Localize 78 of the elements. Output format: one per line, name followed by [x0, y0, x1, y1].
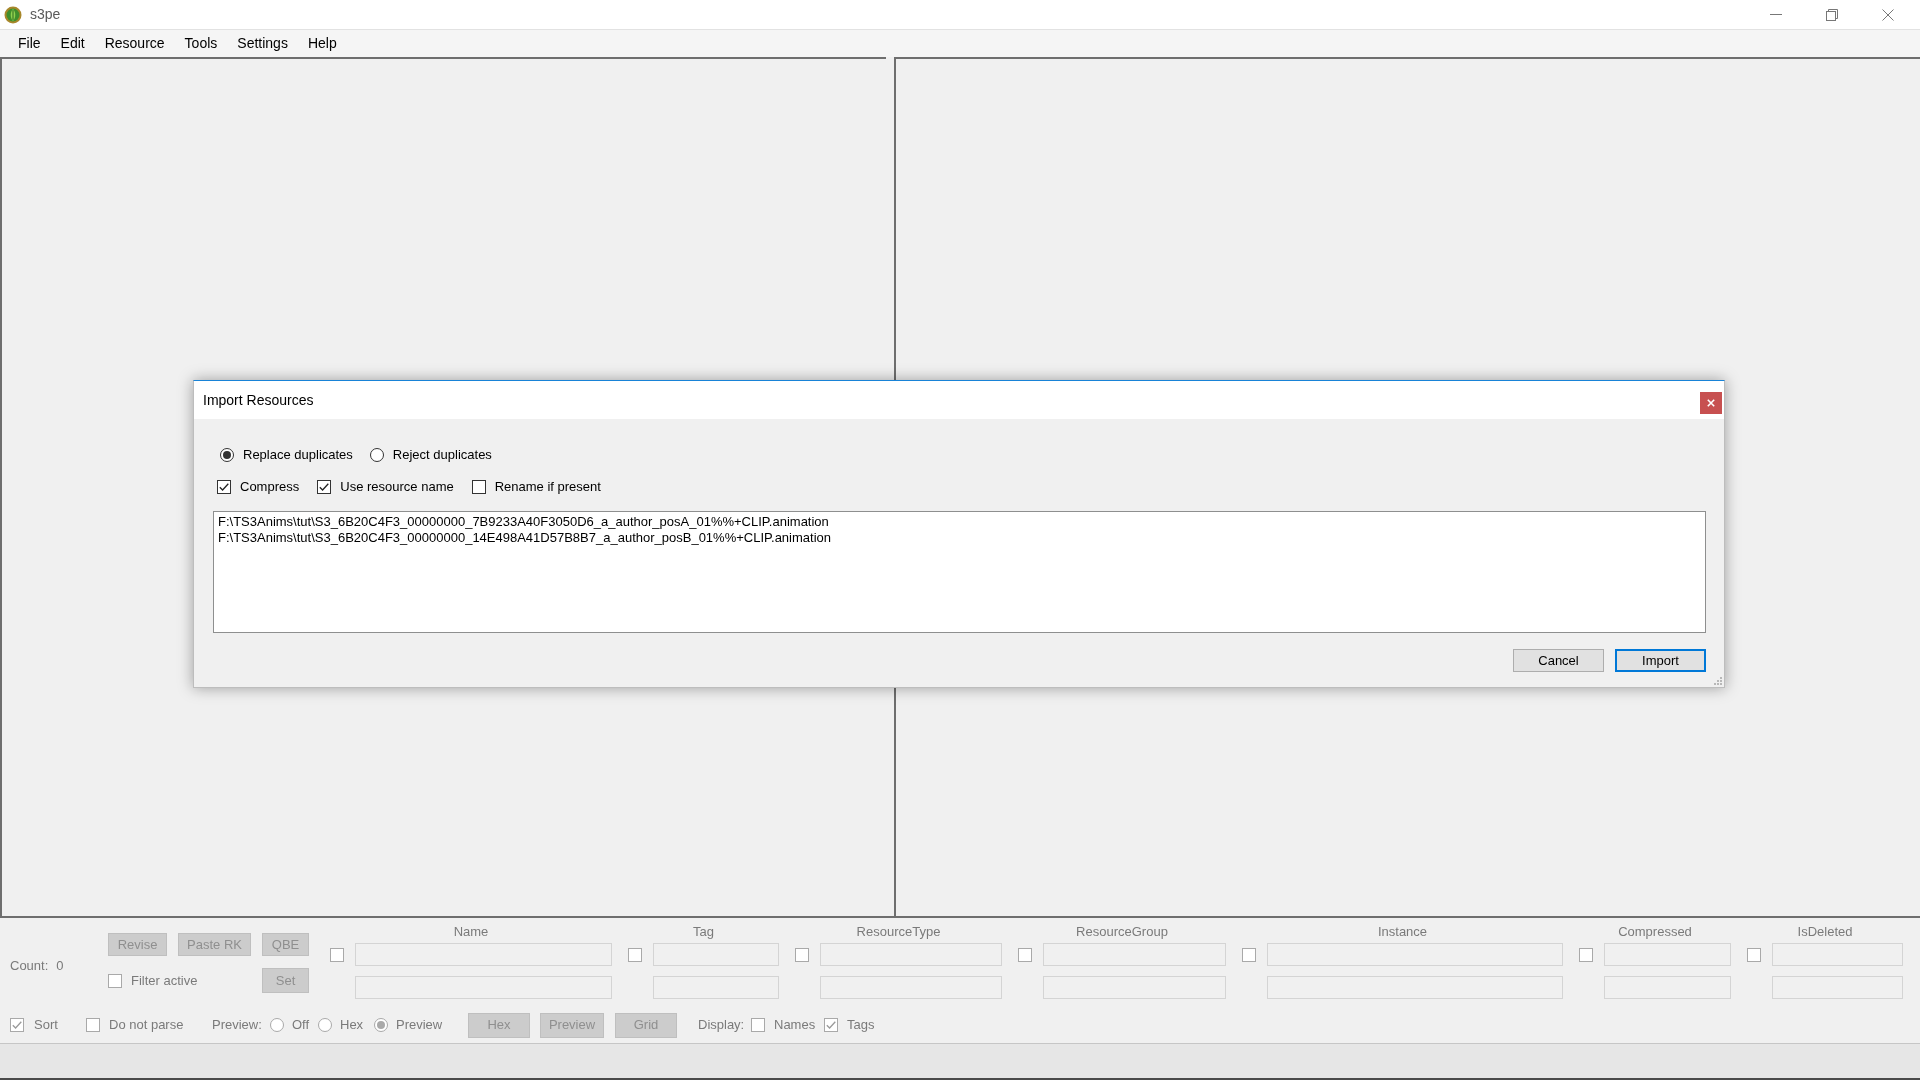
checkbox[interactable]: [795, 947, 809, 962]
column-header: Compressed: [1617, 924, 1693, 940]
menu-item[interactable]: Edit: [50, 30, 95, 57]
restore-icon: [1826, 8, 1838, 21]
input-field[interactable]: [1267, 976, 1563, 999]
radio-label: Hex: [340, 1016, 364, 1035]
app-logo-icon: [4, 5, 22, 24]
menu-item[interactable]: Tools: [174, 30, 228, 57]
column-header: Name: [452, 924, 490, 940]
input-field[interactable]: [1043, 976, 1226, 999]
input-field[interactable]: [1604, 976, 1731, 999]
file-path: F:\TS3Anims\tut\S3_6B20C4F3_00000000_14E498A41D57B8B7_a_author_posB_01%%+CLIP.animation: [218, 530, 831, 546]
column-header: IsDeleted: [1796, 924, 1854, 940]
column-header: ResourceGroup: [1075, 924, 1169, 940]
radio-button[interactable]: [369, 448, 384, 462]
checkbox-label: Do not parse: [109, 1016, 184, 1035]
input-field[interactable]: [1604, 943, 1731, 966]
input-field[interactable]: [1772, 976, 1903, 999]
close-button[interactable]: [1700, 392, 1722, 414]
checkbox[interactable]: [108, 973, 122, 988]
file-path: F:\TS3Anims\tut\S3_6B20C4F3_00000000_7B9233A40F3050D6_a_author_posA_01%%+CLIP.animation: [218, 514, 829, 530]
input-field[interactable]: [355, 976, 612, 999]
checkbox[interactable]: [1579, 947, 1593, 962]
checkbox[interactable]: [751, 1018, 765, 1032]
checkbox[interactable]: [1242, 947, 1256, 962]
checkbox-label: Use resource name: [340, 478, 454, 497]
radio-button[interactable]: [374, 1018, 388, 1032]
close-icon: [1707, 399, 1715, 407]
checkbox[interactable]: [1018, 947, 1032, 962]
checkbox[interactable]: [217, 480, 231, 494]
file-list-field[interactable]: F:\TS3Anims\tut\S3_6B20C4F3_00000000_7B9233A40F3050D6_a_author_posA_01%%+CLIP.animation F:\TS3Anims\tut\S3_6B20C4F3_00000000_14E498A41D57B8B7_a_author_posB_01%%+CLIP.animation: [213, 511, 1706, 633]
checkbox-label: Names: [774, 1016, 816, 1035]
button[interactable]: Import: [1615, 649, 1706, 672]
radio-label: Preview: [396, 1016, 443, 1035]
input-field[interactable]: [653, 943, 779, 966]
radio-button[interactable]: [220, 448, 234, 462]
checkbox[interactable]: [471, 480, 486, 494]
column-header: ResourceType: [855, 924, 942, 940]
checkbox[interactable]: [317, 480, 332, 494]
checkbox[interactable]: [86, 1018, 100, 1032]
input-field[interactable]: [1043, 943, 1226, 966]
checkbox-label: Tags: [847, 1016, 875, 1035]
menu-item[interactable]: Help: [297, 30, 347, 57]
input-field[interactable]: [820, 976, 1002, 999]
radio-button[interactable]: [318, 1018, 332, 1032]
count-label: Count:: [10, 956, 49, 975]
input-field[interactable]: [1772, 943, 1903, 966]
minimize-icon: [1770, 14, 1782, 15]
checkbox[interactable]: [628, 947, 642, 962]
checkbox-label: Rename if present: [494, 478, 601, 497]
column-header: Instance: [1376, 924, 1429, 940]
input-field[interactable]: [653, 976, 779, 999]
column-header: Tag: [692, 924, 715, 940]
radio-label: Off: [292, 1016, 310, 1035]
checkbox-label: Compress: [240, 478, 300, 497]
menu-item[interactable]: Resource: [94, 30, 175, 57]
checkbox[interactable]: [10, 1018, 24, 1032]
radio-label: Replace duplicates: [243, 446, 353, 465]
menu-item[interactable]: File: [8, 30, 51, 57]
checkbox[interactable]: [330, 947, 344, 962]
button[interactable]: Cancel: [1513, 649, 1604, 672]
window-title: s3pe: [30, 5, 61, 24]
count-value: 0: [56, 956, 64, 975]
resize-grip-icon: [1713, 676, 1722, 685]
checkbox[interactable]: [824, 1018, 838, 1032]
display-label: Display:: [698, 1017, 745, 1033]
input-field[interactable]: [355, 943, 612, 966]
menu-item[interactable]: Settings: [227, 30, 298, 57]
input-field[interactable]: [1267, 943, 1563, 966]
radio-label: Reject duplicates: [392, 446, 492, 465]
checkbox-label: Filter active: [131, 971, 198, 990]
input-field[interactable]: [820, 943, 1002, 966]
dialog-title: Import Resources: [203, 390, 314, 410]
close-icon: [1882, 8, 1894, 21]
checkbox-label: Sort: [34, 1016, 58, 1035]
checkbox[interactable]: [1747, 947, 1761, 962]
preview-label: Preview:: [212, 1017, 262, 1033]
radio-button[interactable]: [270, 1018, 284, 1032]
